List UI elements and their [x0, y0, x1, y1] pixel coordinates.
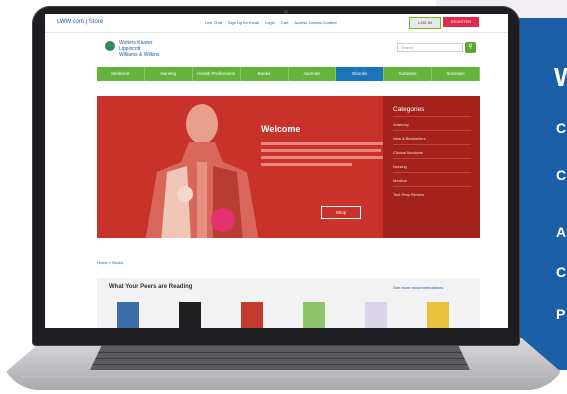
promo-letter-c1: C	[556, 120, 567, 136]
promo-letter-p: P	[556, 306, 566, 322]
category-divider	[393, 116, 471, 117]
hero-highlight-dot	[211, 208, 235, 232]
register-button[interactable]: REGISTER	[443, 17, 479, 27]
hero-shop-button[interactable]: Shop	[321, 206, 361, 219]
login-button[interactable]: LOG IN	[409, 17, 441, 29]
nav-item-software[interactable]: Software	[384, 67, 433, 81]
promo-letter-a: A	[556, 224, 567, 240]
category-divider	[393, 186, 471, 187]
search-icon: ⚲	[468, 44, 473, 50]
laptop-edge	[20, 376, 547, 378]
category-item[interactable]: Test Prep Review	[393, 192, 424, 197]
category-divider	[393, 130, 471, 131]
category-item[interactable]: Medical	[393, 178, 407, 183]
see-more-link[interactable]: See more recommendations	[393, 285, 443, 290]
category-panel-title: Categories	[393, 106, 425, 113]
brand-logo-icon[interactable]	[105, 41, 115, 51]
category-divider	[393, 144, 471, 145]
promo-letter-w: W	[554, 62, 567, 92]
store-header: Wolters Kluwer Lippincott Williams & Wil…	[45, 33, 508, 63]
top-link-login[interactable]: Login	[265, 20, 275, 25]
book-cover[interactable]	[117, 302, 139, 328]
book-cover[interactable]	[241, 302, 263, 328]
store-name[interactable]: LWW.com | Store	[57, 19, 103, 25]
category-item[interactable]: Anatomy	[393, 122, 409, 127]
breadcrumb[interactable]: Home > Books	[97, 260, 123, 265]
search-input[interactable]: Search	[397, 43, 463, 52]
top-link-cart[interactable]: Cart	[281, 20, 289, 25]
book-cover[interactable]	[365, 302, 387, 328]
book-cover[interactable]	[303, 302, 325, 328]
laptop-keyboard	[90, 346, 470, 370]
nav-item-health-professions[interactable]: Health Professions	[193, 67, 241, 81]
top-link-journals[interactable]: Access Journal Content	[294, 20, 336, 25]
brand-line-3: Williams & Wilkins	[119, 52, 160, 58]
nav-item-nursing[interactable]: Nursing	[145, 67, 193, 81]
hero-banner: Welcome Shop Categories Anatomy New & Be…	[97, 96, 480, 238]
top-link-email-signup[interactable]: Sign Up for Email	[228, 20, 259, 25]
top-links: Live Chat Sign Up for Email Login Cart A…	[205, 20, 337, 25]
category-divider	[393, 172, 471, 173]
hero-title: Welcome	[261, 124, 301, 134]
nav-item-societies[interactable]: Societies	[432, 67, 480, 81]
promo-letter-c3: C	[556, 264, 567, 280]
book-cover[interactable]	[179, 302, 201, 328]
category-item[interactable]: Nursing	[393, 164, 407, 169]
hero-category-panel: Categories Anatomy New & Bestsellers Cli…	[383, 96, 480, 238]
peers-reading-title: What Your Peers are Reading	[109, 284, 193, 290]
category-divider	[393, 158, 471, 159]
hero-text-block	[261, 142, 391, 170]
book-cover[interactable]	[427, 302, 449, 328]
nav-item-ebooks[interactable]: Ebooks	[336, 67, 385, 81]
anatomy-figure-image	[145, 104, 259, 238]
laptop-screen: LWW.com | Store Live Chat Sign Up for Em…	[45, 14, 508, 328]
brand-wordmark[interactable]: Wolters Kluwer Lippincott Williams & Wil…	[119, 40, 160, 58]
nav-item-books[interactable]: Books	[241, 67, 289, 81]
nav-item-medicine[interactable]: Medicine	[97, 67, 145, 81]
peers-reading-section: What Your Peers are Reading See more rec…	[97, 278, 480, 328]
nav-item-journals[interactable]: Journals	[289, 67, 337, 81]
store-top-bar: LWW.com | Store Live Chat Sign Up for Em…	[45, 14, 508, 33]
category-item[interactable]: New & Bestsellers	[393, 136, 425, 141]
promo-letter-c2: C	[556, 167, 567, 183]
main-nav: Medicine Nursing Health Professions Book…	[97, 67, 480, 81]
top-link-live-chat[interactable]: Live Chat	[205, 20, 222, 25]
category-item[interactable]: Clinical Medicine	[393, 150, 423, 155]
search-button[interactable]: ⚲	[465, 42, 476, 53]
